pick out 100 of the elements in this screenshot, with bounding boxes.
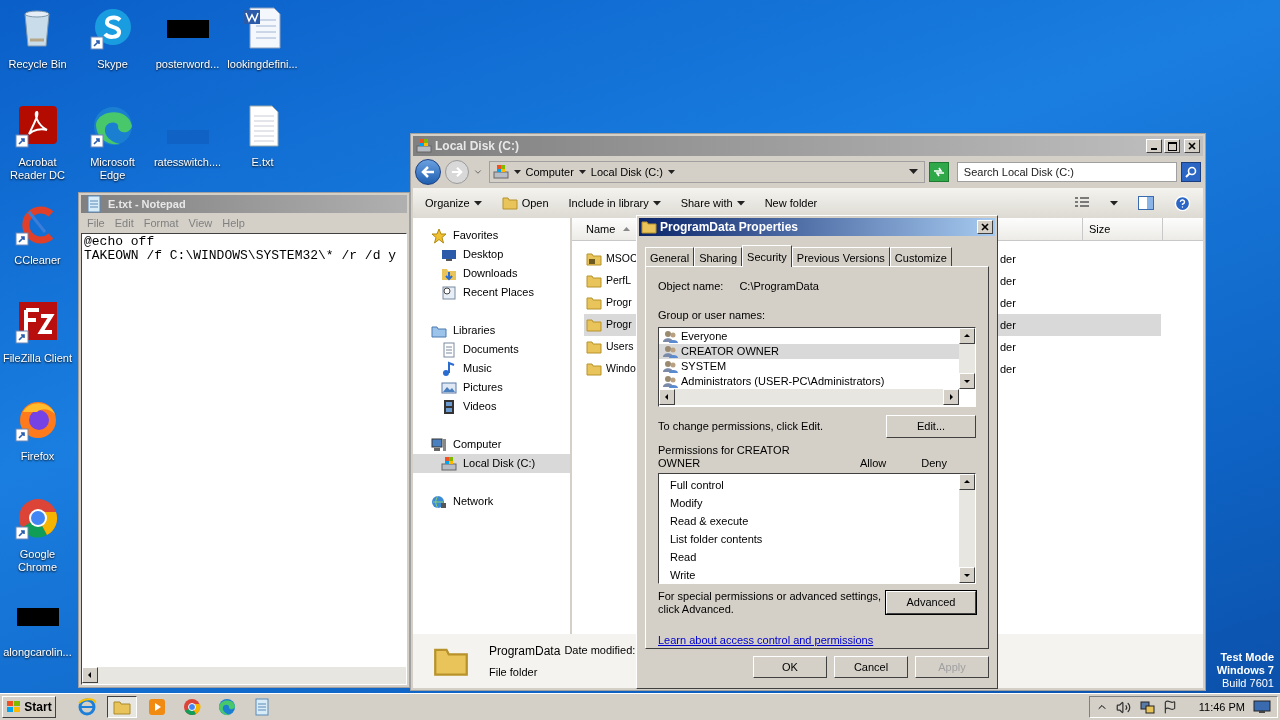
toolbar-button[interactable]: New folder (764, 192, 818, 214)
permission-name: Read & execute (670, 513, 749, 529)
scroll-left-button[interactable] (82, 667, 98, 683)
disk-drive-icon (416, 138, 432, 154)
text-line: @echo off (84, 235, 155, 249)
file-name: Windo (606, 361, 636, 377)
back-button[interactable] (415, 159, 441, 185)
object-name-value: C:\ProgramData (739, 278, 819, 294)
search-button[interactable] (1181, 162, 1201, 182)
help-link[interactable]: Learn about access control and permissions (658, 631, 874, 648)
network-globe-icon (431, 493, 447, 510)
toolbar-button[interactable]: Include in library (568, 192, 661, 214)
horizontal-scrollbar[interactable] (82, 667, 406, 684)
notepad-icon (84, 194, 104, 214)
help-icon[interactable] (1174, 194, 1191, 212)
desktop-icon-label[interactable]: ratesswitch.... (153, 156, 222, 169)
desktop-icon-label[interactable]: FileZilla Client (2, 352, 73, 365)
address-bar[interactable]: Computer Local Disk (C:) (488, 161, 925, 183)
breadcrumb-item[interactable]: Local Disk (C:) (590, 163, 663, 181)
date-modified-label: Date modified: (564, 642, 636, 658)
desktop-icon-label[interactable]: Acrobat Reader DC (1, 156, 74, 182)
flag-icon[interactable] (1162, 700, 1177, 714)
clock[interactable]: 11:46 PM (1198, 698, 1245, 716)
desktop-icon-label[interactable]: Skype (97, 58, 128, 71)
view-options-icon[interactable] (1074, 196, 1090, 210)
film-strip-icon (441, 398, 457, 415)
close-icon (981, 223, 989, 231)
refresh-button[interactable] (929, 162, 949, 182)
desktop-icon-label[interactable]: Recycle Bin (8, 58, 67, 71)
text-area[interactable]: @echo off TAKEOWN /f C:\WINDOWS\SYSTEM32\* /r /d y (81, 233, 407, 685)
hidden-file-icon (16, 608, 59, 626)
group-list-label: Group or user names: (658, 308, 765, 323)
users-icon (663, 359, 678, 373)
tab[interactable]: Customize (889, 247, 952, 266)
scroll-up-button[interactable] (959, 473, 975, 490)
breadcrumb-arrow-icon (513, 169, 521, 175)
scroll-down-button[interactable] (959, 372, 975, 389)
address-dropdown-icon[interactable] (909, 169, 918, 175)
advanced-hint: For special permissions or advanced settings, click Advanced. (658, 589, 883, 616)
edit-button[interactable]: Edit... (886, 414, 976, 438)
scroll-down-button[interactable] (959, 566, 975, 583)
close-button[interactable] (1184, 139, 1200, 153)
tab[interactable]: General (645, 247, 695, 266)
toolbar-button[interactable]: Organize (425, 192, 482, 214)
desktop-icon-label[interactable]: alongcarolin... (3, 646, 72, 659)
edit-hint: To change permissions, click Edit. (658, 418, 824, 434)
advanced-button[interactable]: Advanced (886, 591, 976, 614)
chrome-icon (182, 697, 202, 717)
breadcrumb-item[interactable]: Computer (525, 163, 574, 181)
desktop-icon-label[interactable]: lookingdefini... (227, 58, 298, 71)
dropdown-arrow-icon (736, 200, 745, 206)
internet-explorer-icon (77, 697, 97, 717)
window-title: E.txt - Notepad (108, 196, 186, 212)
taskbar-app-button[interactable] (107, 696, 137, 718)
sort-arrow-icon (623, 227, 631, 231)
file-type: der (1000, 317, 1017, 333)
test-mode-notice: Build 7601 (1222, 677, 1274, 690)
speaker-icon[interactable] (1115, 699, 1131, 715)
minimize-button[interactable] (1146, 139, 1162, 153)
tab[interactable]: Sharing (694, 247, 743, 266)
computer-icon (431, 436, 447, 453)
nav-item[interactable]: Local Disk (C:) (413, 454, 570, 473)
dropdown-arrow-icon[interactable] (1110, 200, 1118, 206)
preview-pane-icon[interactable] (1138, 196, 1154, 210)
toolbar-button[interactable]: Open (501, 192, 549, 214)
window-title: Local Disk (C:) (435, 138, 520, 155)
desktop-icon-label[interactable]: posterword... (155, 58, 220, 71)
dialog-button[interactable]: OK (753, 656, 827, 678)
file-type: der (1000, 273, 1017, 289)
desktop-icon-label[interactable]: E.txt (251, 156, 274, 169)
object-name-label: Object name: (658, 278, 724, 294)
network-icon[interactable] (1138, 699, 1155, 715)
vertical-scrollbar[interactable] (959, 327, 975, 389)
desktop-icon-label[interactable]: Firefox (20, 450, 55, 463)
search-field[interactable]: Search Local Disk (C:) (956, 162, 1178, 182)
scroll-up-button[interactable] (959, 327, 975, 344)
notepad-icon (252, 697, 272, 717)
tab[interactable]: Security (742, 245, 792, 267)
refresh-icon (931, 166, 946, 178)
recent-places-icon (441, 284, 457, 301)
breadcrumb-arrow-icon (667, 169, 675, 175)
start-button[interactable]: Start (2, 696, 56, 718)
close-button[interactable] (977, 220, 993, 234)
tab[interactable]: Previous Versions (791, 247, 890, 266)
desktop-icon-label[interactable]: Google Chrome (1, 548, 74, 574)
dialog-button[interactable]: Cancel (834, 656, 908, 678)
show-desktop-icon[interactable] (1253, 700, 1271, 714)
test-mode-notice: Windows 7 (1216, 664, 1274, 677)
desktop-icon-label[interactable]: CCleaner (14, 254, 61, 267)
file-name: Progr (606, 295, 632, 311)
desktop-icon-label[interactable]: Microsoft Edge (76, 156, 149, 182)
permission-name: Write (670, 567, 696, 583)
column-header[interactable]: Size (1083, 218, 1163, 240)
maximize-button[interactable] (1164, 139, 1180, 153)
file-name: PerfL (606, 273, 632, 289)
test-mode-notice: Test Mode (1220, 651, 1274, 664)
toolbar-button[interactable]: Share with (680, 192, 745, 214)
users-icon (663, 344, 678, 358)
vertical-scrollbar[interactable] (959, 473, 975, 583)
close-icon (1188, 142, 1196, 150)
